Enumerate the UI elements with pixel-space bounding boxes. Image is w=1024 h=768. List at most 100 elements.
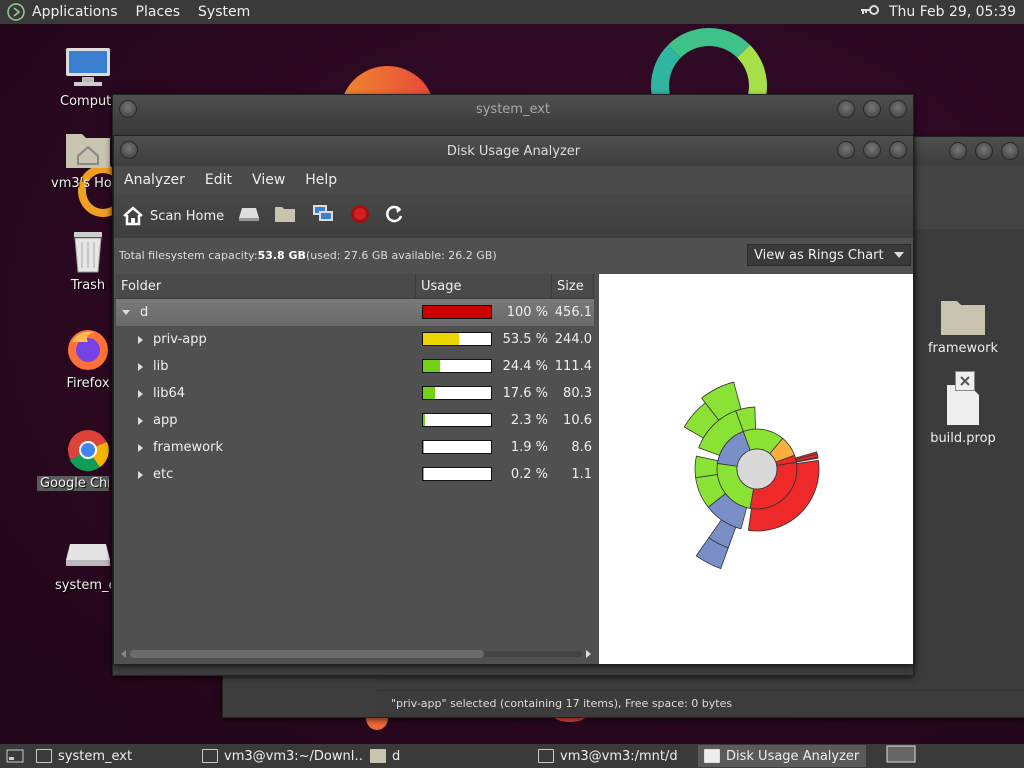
column-folder[interactable]: Folder (116, 274, 416, 298)
rings-chart[interactable] (599, 274, 913, 664)
maximize-button[interactable] (863, 141, 881, 159)
window-controls (837, 100, 907, 118)
scrollbar-thumb[interactable] (130, 650, 484, 658)
folder-tree[interactable]: Folder Usage Size d 100 % 456.1 priv-app 53.… (116, 274, 594, 664)
expander-right-icon[interactable] (138, 470, 143, 479)
window-icon (36, 749, 52, 763)
folder-name: etc (153, 467, 174, 482)
usage-bar-fill (423, 306, 491, 318)
view-mode-select[interactable]: View as Rings Chart (747, 244, 911, 266)
stop-icon[interactable] (350, 204, 370, 228)
tree-row[interactable]: lib 24.4 % 111.4 (116, 353, 594, 380)
tree-row[interactable]: lib64 17.6 % 80.3 (116, 380, 594, 407)
file-item-framework[interactable]: framework (913, 297, 1013, 356)
home-icon (123, 206, 143, 226)
system-ext-titlebar[interactable]: system_ext (113, 95, 913, 123)
taskbar-item-system-ext[interactable]: system_ext (30, 745, 196, 767)
tree-row[interactable]: etc 0.2 % 1.1 (116, 461, 594, 488)
tree-row[interactable]: priv-app 53.5 % 244.0 (116, 326, 594, 353)
terminal-icon (202, 749, 218, 763)
expander-right-icon[interactable] (138, 335, 143, 344)
folder-icon (370, 749, 386, 763)
file-manager-statusbar: "priv-app" selected (containing 17 items… (376, 690, 1024, 716)
menu-system[interactable]: System (198, 4, 250, 20)
close-button[interactable] (889, 100, 907, 118)
menu-bar: Analyzer Edit View Help (114, 166, 913, 194)
minimize-button[interactable] (837, 141, 855, 159)
scan-folder-icon[interactable] (274, 205, 296, 227)
show-desktop-icon[interactable] (0, 749, 30, 763)
keyring-icon[interactable] (859, 3, 881, 21)
usage-bar (422, 467, 492, 481)
usage-percent: 24.4 % (502, 359, 548, 374)
folder-name: app (153, 413, 178, 428)
chrome-icon (64, 428, 112, 472)
close-button[interactable] (1001, 142, 1019, 160)
expander-right-icon[interactable] (138, 416, 143, 425)
rings-chart-svg[interactable] (599, 274, 913, 664)
window-menu-button[interactable] (120, 141, 138, 159)
minimize-button[interactable] (837, 100, 855, 118)
folder-size: 456.1 (554, 305, 592, 320)
usage-bar (422, 440, 492, 454)
desktop-icon-label: system_ext (55, 578, 111, 593)
minimize-button[interactable] (949, 142, 967, 160)
tree-row[interactable]: d 100 % 456.1 (116, 299, 594, 326)
maximize-button[interactable] (975, 142, 993, 160)
scroll-left-icon[interactable] (120, 649, 128, 659)
refresh-icon[interactable] (384, 204, 404, 228)
filesystem-info: Total filesystem capacity: 53.8 GB (used… (114, 238, 913, 272)
taskbar-item-terminal-mnt[interactable]: vm3@vm3:/mnt/d (532, 745, 698, 767)
window-controls (837, 141, 907, 159)
folder-name: framework (153, 440, 224, 455)
menu-applications[interactable]: Applications (32, 4, 118, 20)
close-button[interactable] (889, 141, 907, 159)
folder-cell: framework (116, 440, 438, 455)
maximize-button[interactable] (863, 100, 881, 118)
folder-cell: lib64 (116, 386, 438, 401)
clock[interactable]: Thu Feb 29, 05:39 (889, 4, 1016, 20)
menu-analyzer[interactable]: Analyzer (114, 172, 195, 188)
trash-icon (64, 230, 112, 274)
file-item-build-prop[interactable]: build.prop (913, 383, 1013, 446)
window-menu (119, 100, 137, 118)
tree-row[interactable]: framework 1.9 % 8.6 (116, 434, 594, 461)
ring-center-d[interactable] (736, 448, 778, 490)
menu-places[interactable]: Places (136, 4, 181, 20)
scroll-right-icon[interactable] (584, 649, 592, 659)
taskbar-item-terminal-downloads[interactable]: vm3@vm3:~/Downl… (196, 745, 364, 767)
usage-percent: 0.2 % (510, 467, 548, 482)
scan-home-button[interactable]: Scan Home (122, 206, 224, 226)
scan-filesystem-icon[interactable] (238, 206, 260, 226)
workspace-switcher[interactable] (886, 745, 916, 767)
taskbar-item-d[interactable]: d (364, 745, 532, 767)
scan-remote-icon[interactable] (310, 204, 336, 228)
top-panel: Applications Places System Thu Feb 29, 0… (0, 0, 1024, 24)
folder-size: 244.0 (554, 332, 592, 347)
menu-help[interactable]: Help (295, 172, 347, 188)
window-menu-button[interactable] (119, 100, 137, 118)
horizontal-scrollbar[interactable] (120, 648, 592, 658)
expander-right-icon[interactable] (138, 362, 143, 371)
disk-usage-analyzer-window[interactable]: Disk Usage Analyzer Analyzer Edit View H… (113, 135, 914, 665)
expander-right-icon[interactable] (138, 389, 143, 398)
folder-size: 1.1 (571, 467, 592, 482)
expander-down-icon[interactable] (122, 310, 130, 315)
view-mode-value: View as Rings Chart (754, 247, 884, 263)
column-size[interactable]: Size (552, 274, 594, 298)
folder-size: 8.6 (571, 440, 592, 455)
analyzer-titlebar[interactable]: Disk Usage Analyzer (114, 136, 913, 166)
expander-right-icon[interactable] (138, 443, 143, 452)
menu-view[interactable]: View (242, 172, 295, 188)
folder-name: lib (153, 359, 169, 374)
taskbar-item-disk-usage-analyzer[interactable]: Disk Usage Analyzer (698, 745, 866, 767)
menu-edit[interactable]: Edit (195, 172, 242, 188)
desktop-icon-label: Google Chrome (37, 476, 109, 491)
folder-name: lib64 (153, 386, 186, 401)
column-usage[interactable]: Usage (416, 274, 552, 298)
usage-percent: 1.9 % (510, 440, 548, 455)
distro-logo-icon[interactable] (6, 2, 26, 22)
tree-rows: d 100 % 456.1 priv-app 53.5 % 244.0 lib 24.4 % 1… (116, 299, 594, 488)
ring-segment-lib-child[interactable] (694, 455, 719, 479)
tree-row[interactable]: app 2.3 % 10.6 (116, 407, 594, 434)
